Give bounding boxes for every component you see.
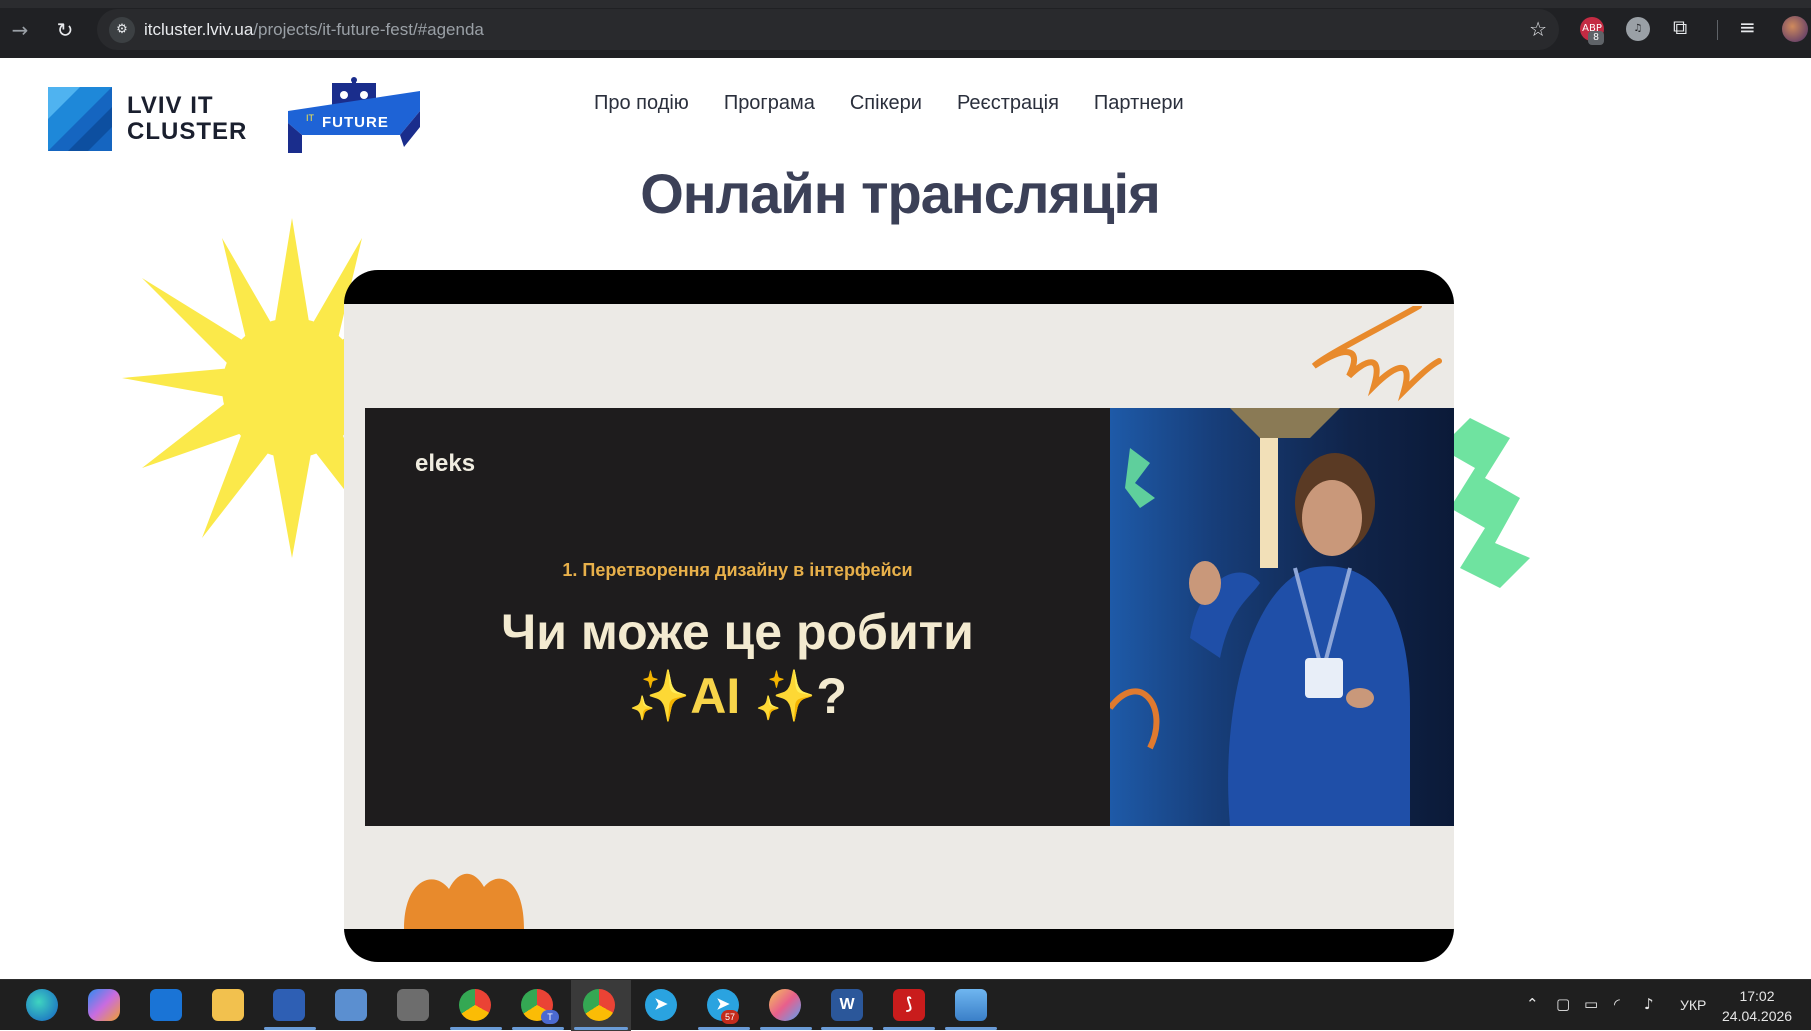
slide-brand: eleks [415,450,476,477]
nav-program[interactable]: Програма [724,92,815,115]
puzzle-icon[interactable]: ⧉ [1673,15,1687,39]
slide-subtitle: 1. Перетворення дизайну в інтерфейси [562,560,913,580]
chrome-profile-badge: T [541,1010,559,1024]
site-info-icon[interactable]: ⚙ [109,17,135,43]
presentation-slide: eleks 1. Перетворення дизайну в інтерфей… [365,408,1110,826]
it-future-logo[interactable]: IT FUTURE [288,77,420,153]
speaker-image [1110,408,1410,826]
reload-icon[interactable]: ↻ [51,16,79,44]
media-control-icon[interactable]: ≡ [1739,15,1756,39]
adblock-badge: 8 [1588,31,1604,45]
url-host: itcluster.lviv.ua [144,20,254,39]
folder-icon[interactable] [212,989,244,1021]
slide-headline: Чи може це робити ✨AI ✨? [365,600,1110,728]
copilot-icon[interactable] [88,989,120,1021]
logo-text: LVIV IT CLUSTER [127,93,247,145]
slide-headline-line1: Чи може це робити [501,604,974,660]
url-path: /projects/it-future-fest/#agenda [253,20,484,39]
live-stream-player[interactable]: eleks 1. Перетворення дизайну в інтерфей… [344,270,1454,962]
green-decoration [1440,418,1530,588]
nav-about[interactable]: Про подію [594,92,689,115]
chrome-icon[interactable] [583,989,615,1021]
slide-headline-ai: ✨AI ✨ [628,668,817,724]
future-logo-text: FUTURE [322,114,389,131]
cluster-logo-icon [48,87,112,151]
calculator-icon[interactable] [397,989,429,1021]
profile-icon[interactable] [1782,16,1808,42]
input-language[interactable]: УКР [1680,997,1706,1013]
remote-desktop-icon[interactable] [335,989,367,1021]
star-icon[interactable]: ☆ [1529,17,1547,41]
wifi-icon[interactable]: ◜ [1614,995,1620,1013]
volume-icon[interactable]: ♪ [1644,995,1654,1013]
arrow-right-icon[interactable]: → [6,16,34,44]
address-bar[interactable]: ⚙ itcluster.lviv.ua/projects/it-future-f… [97,9,1559,50]
phone-link-icon[interactable]: ▢ [1556,995,1570,1013]
orange-blob [404,873,524,929]
toolbar-divider [1717,20,1718,40]
chrome-icon[interactable] [459,989,491,1021]
clock[interactable]: 17:02 24.04.2026 [1722,986,1792,1026]
clock-date: 24.04.2026 [1722,1008,1793,1024]
telegram-unread-badge: 57 [721,1010,739,1024]
url-text[interactable]: itcluster.lviv.ua/projects/it-future-fes… [144,20,484,40]
orange-squiggle [1311,306,1442,402]
slide-headline-line2: ✨AI ✨? [365,664,1110,728]
lviv-it-cluster-logo[interactable]: LVIV IT CLUSTER [48,87,248,152]
acrobat-icon[interactable]: ⟆ [893,989,925,1021]
chevron-up-icon[interactable]: ⌃ [1526,995,1539,1013]
logo-text-line1: LVIV IT [127,92,214,119]
music-extension-icon[interactable]: ♫ [1626,17,1650,41]
nav-speakers[interactable]: Спікери [850,92,922,115]
windows-taskbar: T ➤ ➤ 57 W ⟆ ⌃ ▢ ▭ ◜ ♪ УКР 17:02 24.04.2… [0,979,1811,1031]
battery-icon[interactable]: ▭ [1584,995,1598,1013]
outlook-icon[interactable] [150,989,182,1021]
clock-time: 17:02 [1739,988,1775,1004]
save-icon[interactable] [273,989,305,1021]
nav-registration[interactable]: Реєстрація [957,92,1059,115]
logo-text-line2: CLUSTER [127,118,248,145]
future-logo-small: IT [306,113,315,123]
photos-icon[interactable] [955,989,987,1021]
paint-icon[interactable] [769,989,801,1021]
edge-icon[interactable] [26,989,58,1021]
web-page: LVIV IT CLUSTER IT FUTURE Про подію Прог… [0,58,1811,979]
main-nav: Про подію Програма Спікери Реєстрація Па… [594,92,1184,115]
word-icon[interactable]: W [831,989,863,1021]
tab-strip [0,0,1811,8]
video-frame: eleks 1. Перетворення дизайну в інтерфей… [344,304,1454,929]
nav-partners[interactable]: Партнери [1094,92,1184,115]
telegram-icon[interactable]: ➤ [645,989,677,1021]
slide-headline-question: ? [816,668,847,724]
speaker-camera-feed [1110,408,1454,826]
browser-toolbar: → ↻ ⚙ itcluster.lviv.ua/projects/it-futu… [0,0,1811,58]
